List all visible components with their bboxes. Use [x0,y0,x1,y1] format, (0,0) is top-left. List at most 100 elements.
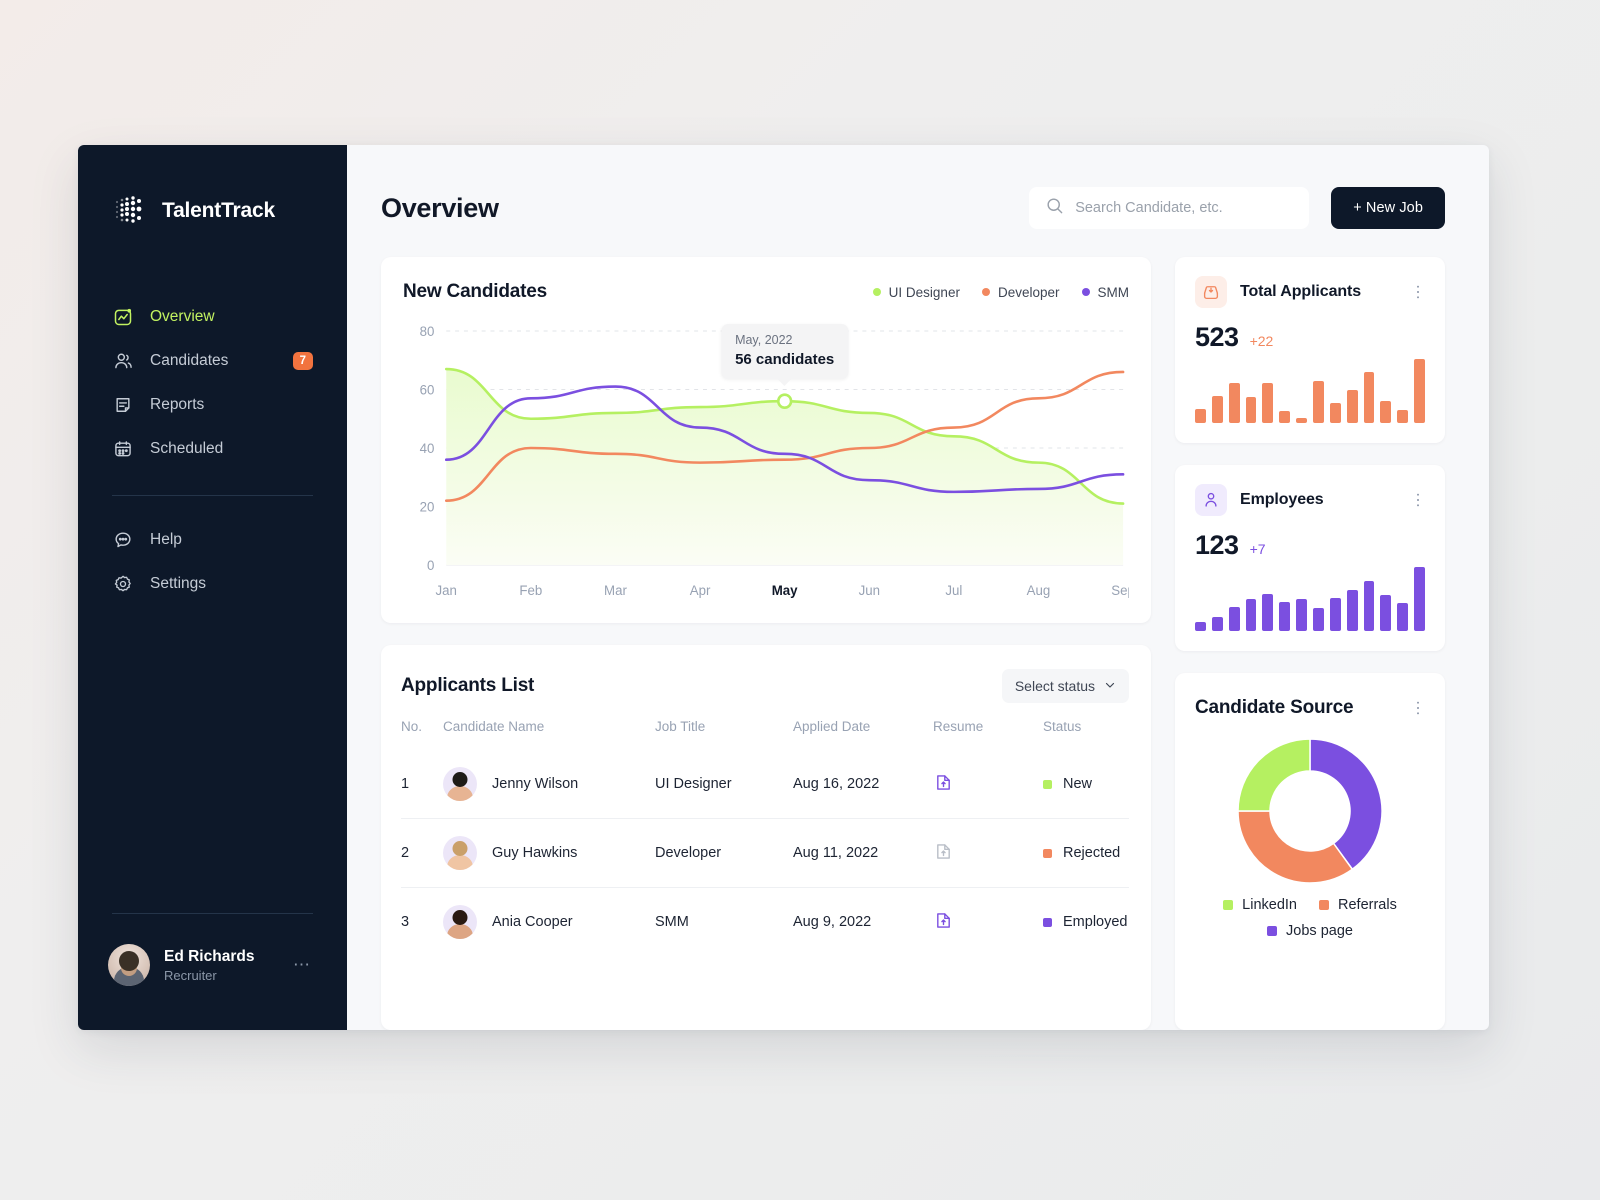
legend-label: Jobs page [1286,923,1353,939]
ellipsis-icon[interactable]: ⋯ [293,955,317,975]
candidate-name: Jenny Wilson [492,776,579,792]
employees-sparkline [1195,567,1426,631]
chart-tooltip: May, 2022 56 candidates [721,324,849,387]
stat-header: Total Applicants ⋯ [1195,276,1426,308]
user-profile[interactable]: Ed Richards Recruiter ⋯ [78,944,347,986]
sparkline-bar [1211,616,1223,631]
sidebar-item-label: Help [150,531,182,548]
svg-text:0: 0 [427,558,434,573]
calendar-icon [112,438,134,460]
sidebar-item-settings[interactable]: Settings [100,564,325,604]
cell-candidate: Ania Cooper [443,905,655,939]
svg-text:60: 60 [420,382,435,397]
status-badge: Employed [1043,914,1129,930]
donut-segment[interactable] [1237,738,1311,812]
table-row[interactable]: 1 Jenny Wilson UI Designer Aug 16, 2022 New [401,750,1129,819]
stat-values: 123 +7 [1195,530,1425,561]
stat-title: Total Applicants [1240,283,1362,300]
sparkline-bar [1329,597,1341,631]
donut-legend-item-referrals[interactable]: Referrals [1319,897,1397,913]
sparkline-bar [1279,601,1291,631]
legend-item-ui-designer[interactable]: UI Designer [872,285,960,300]
stat-values: 523 +22 [1195,322,1425,353]
search-bar[interactable] [1029,187,1310,229]
applicants-list-card: Applicants List Select status No. Candid… [381,645,1151,1030]
legend-swatch [1267,926,1278,936]
svg-text:40: 40 [420,441,435,456]
user-meta: Ed Richards Recruiter [164,948,254,983]
dashboard-grid: New Candidates UI Designer Developer SMM… [381,257,1445,1030]
cell-applied-date: Aug 9, 2022 [793,887,933,956]
legend-swatch [1081,288,1090,296]
donut-legend-item-linkedin[interactable]: LinkedIn [1223,897,1297,913]
column-header-job: Job Title [655,719,706,734]
file-upload-icon[interactable] [933,912,954,935]
cell-job-title: UI Designer [655,776,732,792]
new-candidates-chart-card: New Candidates UI Designer Developer SMM… [381,257,1151,623]
chart-header: New Candidates UI Designer Developer SMM [401,281,1129,303]
legend-swatch [981,288,990,296]
sparkline-bar [1228,606,1240,631]
tooltip-label: May, 2022 [735,333,793,348]
file-upload-icon[interactable] [933,843,954,866]
status-filter-label: Select status [1014,678,1095,694]
sidebar-item-help[interactable]: Help [100,520,325,560]
kebab-menu-icon[interactable]: ⋯ [1409,492,1426,508]
user-role: Recruiter [164,967,217,983]
sparkline-bar [1262,383,1274,423]
sidebar-item-reports[interactable]: Reports [100,385,325,425]
svg-text:Apr: Apr [690,583,711,598]
donut-segment[interactable] [1237,810,1354,884]
brand-name: TalentTrack [162,199,275,222]
search-input[interactable] [1075,200,1294,216]
kebab-menu-icon[interactable]: ⋯ [1409,284,1426,300]
legend-item-developer[interactable]: Developer [981,285,1060,300]
chart-title: New Candidates [403,281,547,302]
new-job-button[interactable]: + New Job [1331,187,1445,229]
primary-nav: Overview Candidates 7 Reports Scheduled [78,297,347,469]
table-row[interactable]: 2 Guy Hawkins Developer Aug 11, 2022 Rejecte… [401,818,1129,888]
sidebar-item-overview[interactable]: Overview [100,297,325,337]
document-icon [112,394,134,416]
svg-text:Aug: Aug [1027,583,1051,598]
donut-legend-item-jobs-page[interactable]: Jobs page [1267,923,1353,939]
legend-label: Referrals [1338,897,1397,913]
table-head-row: No. Candidate Name Job Title Applied Dat… [401,719,1129,750]
stat-value: 523 [1195,322,1239,352]
legend-label: SMM [1097,284,1130,300]
cell-job-title: SMM [655,887,793,956]
kebab-menu-icon[interactable]: ⋯ [1409,700,1426,716]
dashboard-window: TalentTrack Overview Candidates 7 Report… [78,145,1489,1030]
sparkline-bar [1414,359,1426,423]
sidebar-divider [112,495,313,496]
column-header-no: No. [401,719,423,734]
table-body: 1 Jenny Wilson UI Designer Aug 16, 2022 New 2… [401,750,1129,956]
sparkline-bar [1329,402,1341,423]
svg-text:Jun: Jun [859,583,880,598]
status-filter-dropdown[interactable]: Select status [1001,669,1129,703]
user-icon [1195,484,1227,516]
column-header-date: Applied Date [793,719,871,734]
avatar [443,905,477,939]
sparkline-bar [1279,411,1291,423]
sparkline-bar [1380,401,1392,423]
right-column: Total Applicants ⋯ 523 +22 Employees ⋯ 1… [1175,257,1445,1030]
applicants-sparkline [1195,359,1426,423]
sidebar-item-label: Overview [150,308,215,325]
gear-icon [112,573,134,595]
secondary-nav: Help Settings [78,520,347,604]
sidebar-item-scheduled[interactable]: Scheduled [100,429,325,469]
sparkline-bar [1313,607,1324,631]
legend-item-smm[interactable]: SMM [1081,284,1130,300]
status-badge: Rejected [1043,845,1129,861]
sidebar-item-candidates[interactable]: Candidates 7 [100,341,325,381]
table-row[interactable]: 3 Ania Cooper SMM Aug 9, 2022 Employed [401,887,1129,956]
status-swatch [1043,917,1052,927]
cell-candidate: Jenny Wilson [443,767,655,801]
svg-text:May: May [772,583,798,598]
applicants-list-title: Applicants List [401,675,535,696]
sparkline-bar [1346,389,1358,423]
sparkline-bar [1195,408,1206,423]
file-upload-icon[interactable] [933,774,954,797]
sidebar-footer: Ed Richards Recruiter ⋯ [78,913,347,1030]
